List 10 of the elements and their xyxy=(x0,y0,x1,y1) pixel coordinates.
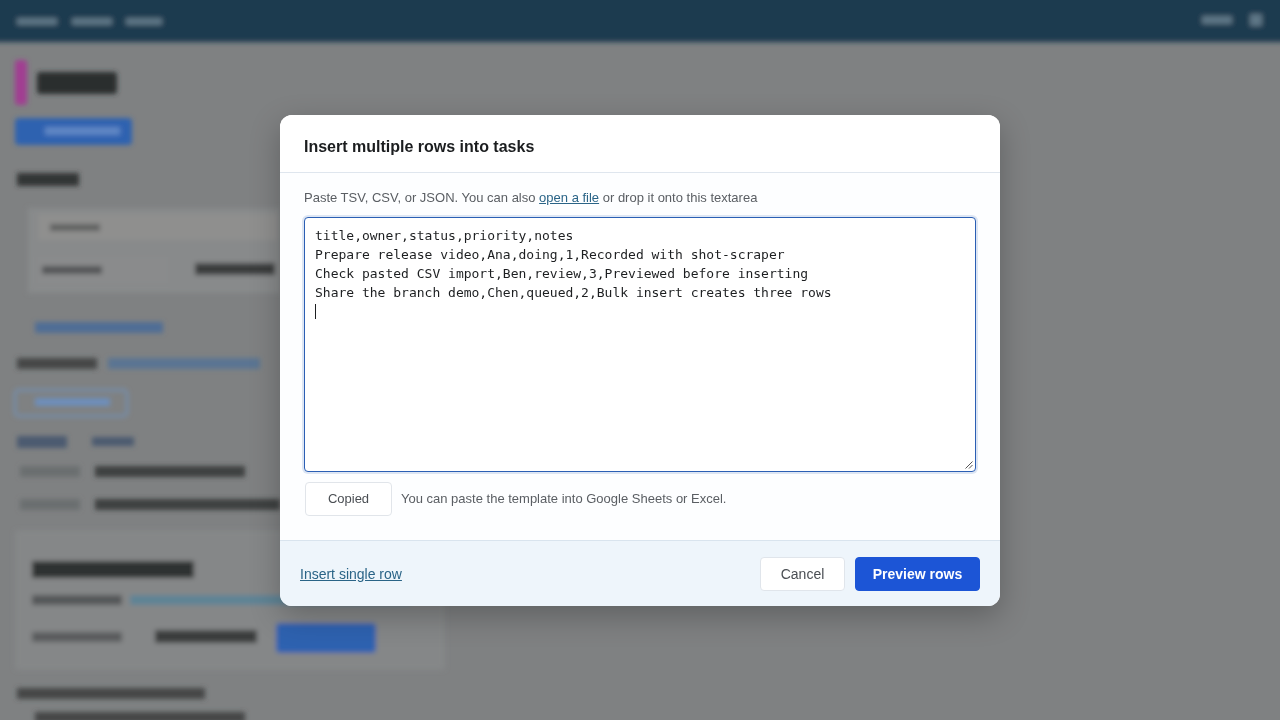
secondary-button[interactable]: Cancel xyxy=(760,556,845,591)
text-caret-icon xyxy=(315,303,316,319)
dialog-title: Insert multiple rows into tasks xyxy=(304,136,536,157)
open-file-link[interactable]: open a file xyxy=(539,189,600,205)
csv-textarea[interactable]: title,owner,status,priority,notes Prepare release video,Ana,doing,1,Recorded with shot-scraper Check pasted CSV import,Ben,review,3,Previewed before inserting Share the branch demo,Chen,queued,2,Bulk insert creates three rows xyxy=(304,216,976,472)
primary-button[interactable]: Preview rows xyxy=(855,556,980,591)
paste-instructions: Paste TSV, CSV, or JSON. You can also open a file or drop it onto this textarea xyxy=(304,188,759,207)
copy-note: You can paste the template into Google Sheets or Excel. xyxy=(401,489,727,508)
copy-template-button[interactable]: Copied xyxy=(305,481,392,516)
resize-grip-icon[interactable] xyxy=(965,460,973,469)
